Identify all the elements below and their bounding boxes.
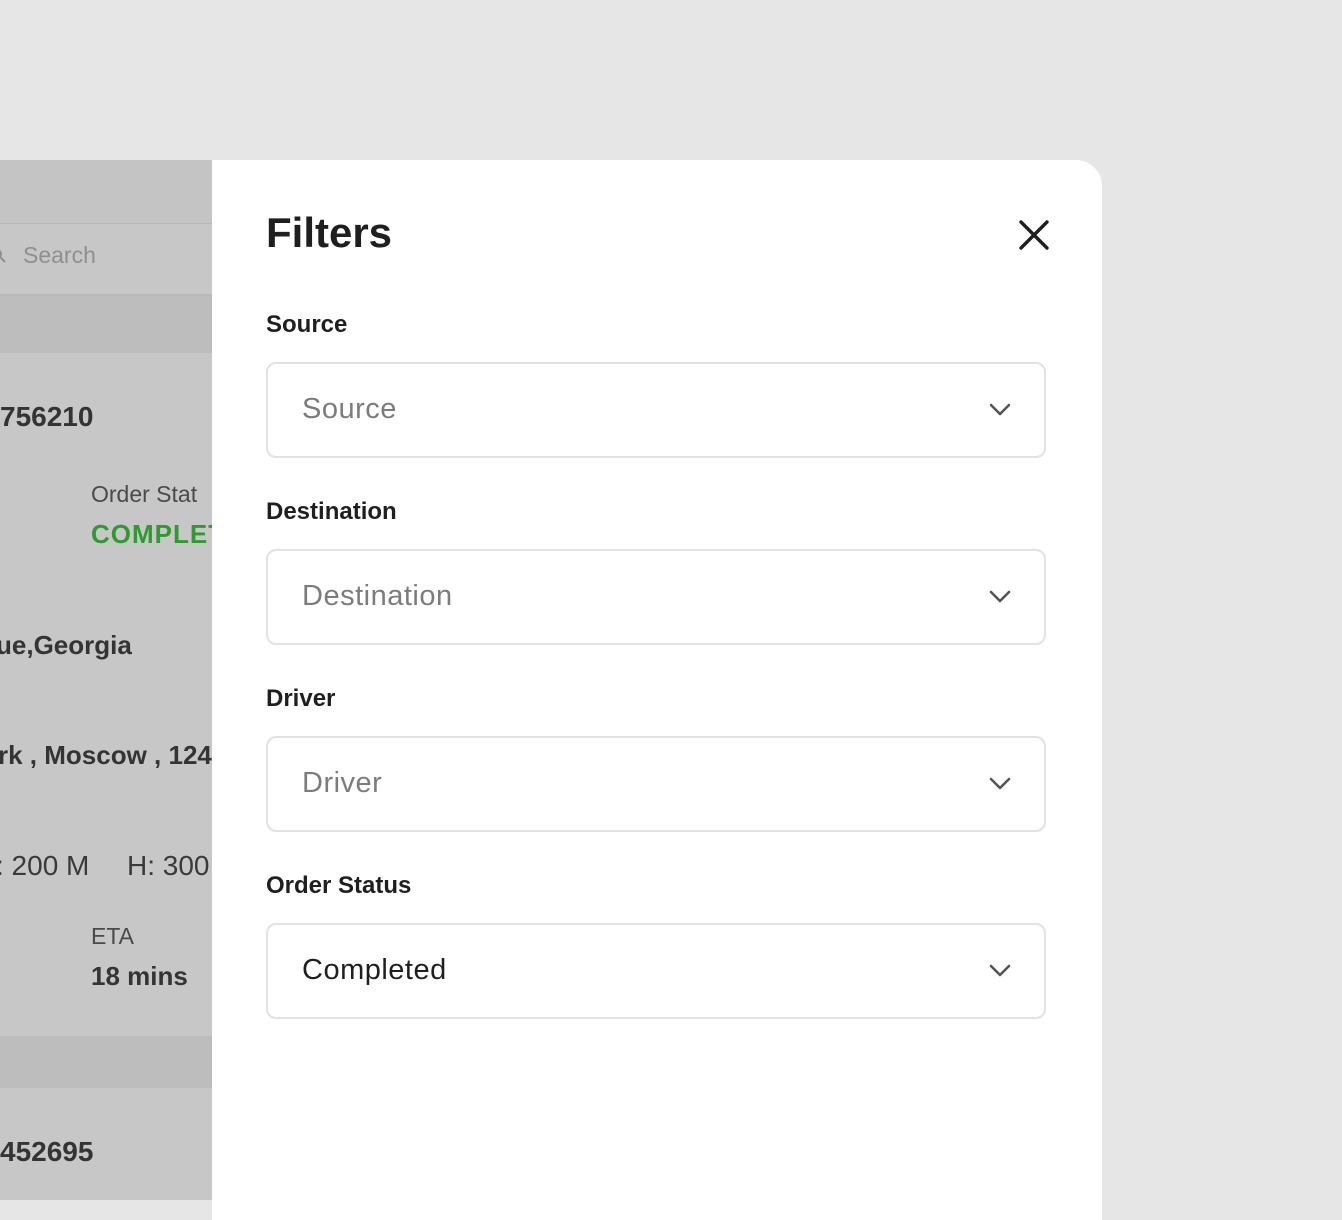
order-status-select[interactable]: Completed (266, 923, 1046, 1019)
modal-title: Filters (266, 209, 393, 256)
source-label: Source (266, 311, 348, 338)
chevron-down-icon (989, 590, 1011, 603)
search-placeholder: Search (23, 242, 96, 268)
orders-list-panel: Search 756210 Order Stat COMPLET ue,Geor… (0, 160, 212, 1200)
order-id: 452695 (0, 1136, 94, 1167)
list-header-bar (0, 160, 212, 224)
list-section-divider (0, 1036, 212, 1088)
eta-value: 18 mins (91, 961, 188, 991)
close-icon (1019, 220, 1049, 250)
dimension-value: : 200 M (0, 850, 90, 881)
source-placeholder: Source (302, 393, 397, 425)
destination-select[interactable]: Destination (266, 549, 1046, 645)
destination-label: Destination (266, 498, 397, 525)
driver-placeholder: Driver (302, 767, 383, 799)
chevron-down-icon (989, 777, 1011, 790)
destination-address: rk , Moscow , 124 (0, 740, 212, 770)
driver-label: Driver (266, 685, 336, 712)
search-icon (0, 250, 6, 263)
order-status-selected-value: Completed (302, 954, 447, 986)
list-section-divider (0, 296, 212, 353)
source-select[interactable]: Source (266, 362, 1046, 458)
order-status-label: Order Status (266, 872, 412, 899)
eta-label: ETA (91, 923, 135, 949)
filters-modal: Filters Source Source Destination Destin… (212, 160, 1102, 1220)
order-status-value: COMPLET (91, 519, 212, 549)
close-button[interactable] (1009, 210, 1059, 260)
chevron-down-icon (989, 964, 1011, 977)
chevron-down-icon (989, 403, 1011, 416)
order-status-label: Order Stat (91, 481, 198, 507)
driver-select[interactable]: Driver (266, 736, 1046, 832)
order-id: 756210 (0, 401, 94, 432)
height-value: H: 300 (127, 850, 210, 881)
destination-placeholder: Destination (302, 580, 453, 612)
source-address: ue,Georgia (0, 630, 132, 660)
